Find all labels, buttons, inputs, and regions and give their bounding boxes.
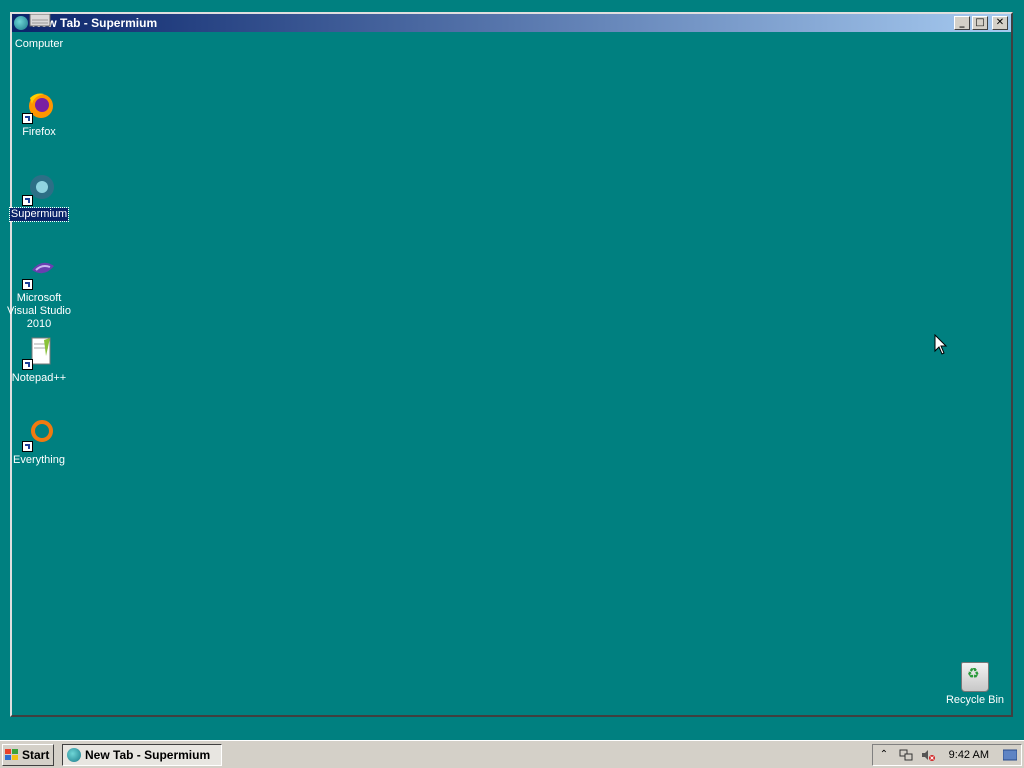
desktop-icon-label: Recycle Bin: [945, 694, 1005, 706]
supermium-icon: [22, 172, 56, 206]
window-titlebar[interactable]: New Tab - Supermium _ □ ✕: [12, 14, 1011, 32]
start-label: Start: [22, 748, 50, 762]
network-icon[interactable]: [899, 748, 913, 762]
show-desktop-icon[interactable]: [1002, 748, 1018, 762]
clock[interactable]: 9:42 AM: [949, 749, 989, 761]
shortcut-arrow-icon: [22, 195, 33, 206]
desktop-icon-notepadpp[interactable]: Notepad++: [1, 336, 77, 385]
desktop-icon-label: Supermium: [8, 207, 70, 222]
desktop-icon-everything[interactable]: Everything: [1, 418, 77, 467]
shortcut-arrow-icon: [22, 441, 33, 452]
visual-studio-icon: [22, 256, 56, 290]
desktop-icon-supermium[interactable]: Supermium: [1, 172, 77, 222]
desktop-icon-label: Computer: [14, 38, 64, 50]
desktop-icon-label: Firefox: [22, 126, 56, 138]
desktop-icon-label: Notepad++: [11, 372, 67, 384]
taskbar: Start New Tab - Supermium ⌃ 9:42 AM: [0, 740, 1024, 768]
window-controls: _ □ ✕: [954, 16, 1008, 30]
show-hidden-icons-icon[interactable]: ⌃: [877, 748, 891, 762]
desktop-icon-label: Everything: [13, 454, 65, 466]
windows-flag-icon: [5, 749, 19, 761]
supermium-app-icon: [67, 748, 81, 762]
start-button[interactable]: Start: [2, 744, 54, 766]
minimize-button[interactable]: _: [954, 16, 970, 30]
shortcut-arrow-icon: [22, 113, 33, 124]
maximize-button[interactable]: □: [972, 16, 988, 30]
recycle-bin-icon: [961, 662, 989, 692]
desktop-icon-computer[interactable]: Computer: [1, 13, 77, 51]
everything-icon: [22, 418, 56, 452]
desktop-icon-visual-studio[interactable]: Microsoft Visual Studio 2010: [1, 256, 77, 331]
shortcut-arrow-icon: [22, 359, 33, 370]
volume-muted-icon[interactable]: [921, 748, 935, 762]
desktop-icon-recycle-bin[interactable]: Recycle Bin: [937, 662, 1013, 707]
notepadpp-icon: [22, 336, 56, 370]
browser-window[interactable]: New Tab - Supermium _ □ ✕: [10, 12, 1013, 717]
close-button[interactable]: ✕: [992, 16, 1008, 30]
shortcut-arrow-icon: [22, 279, 33, 290]
mouse-cursor-icon: [934, 334, 948, 355]
taskbar-item-supermium[interactable]: New Tab - Supermium: [62, 744, 222, 766]
computer-icon: [22, 13, 56, 36]
desktop-icon-label: Microsoft Visual Studio 2010: [6, 292, 71, 330]
firefox-icon: [22, 90, 56, 124]
desktop-icon-firefox[interactable]: Firefox: [1, 90, 77, 139]
system-tray: ⌃ 9:42 AM: [872, 744, 1022, 766]
taskbar-item-label: New Tab - Supermium: [85, 748, 211, 762]
